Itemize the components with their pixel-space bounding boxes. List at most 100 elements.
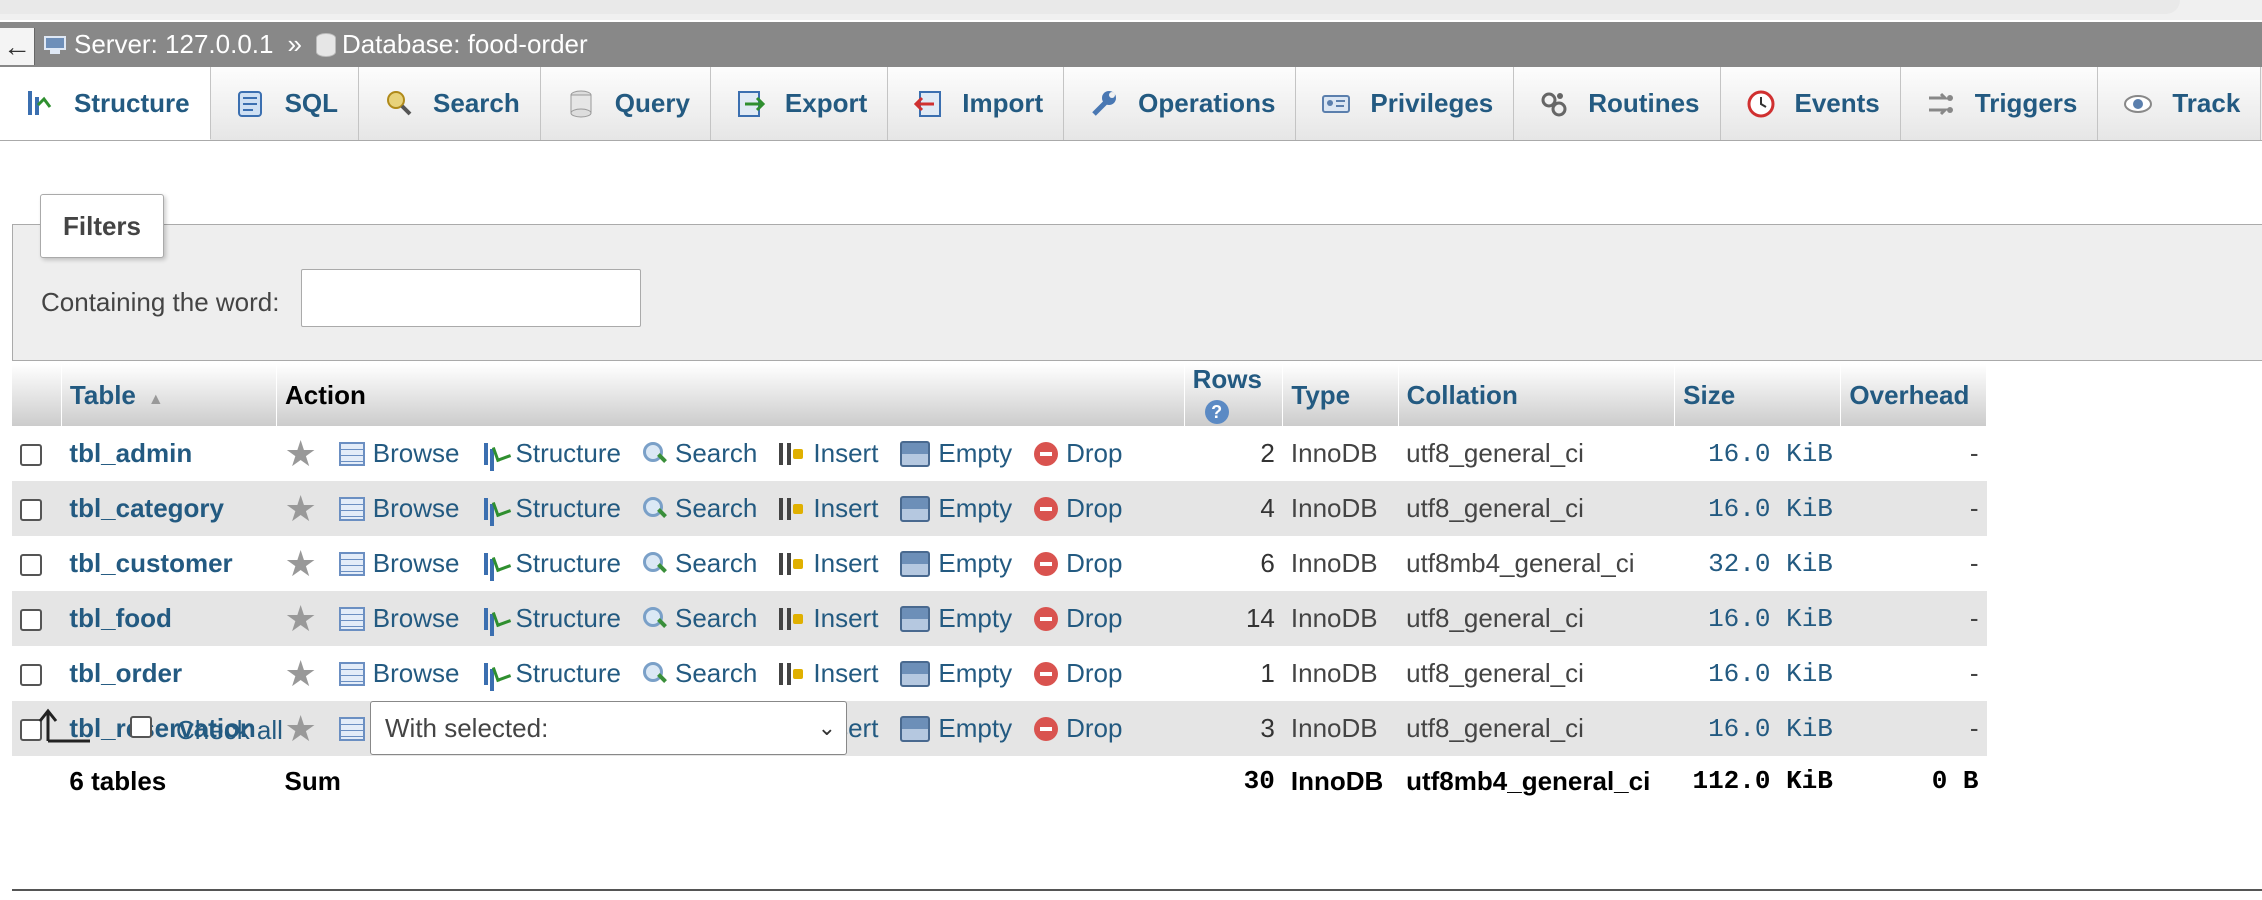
tab-structure[interactable]: Structure xyxy=(0,67,211,140)
search-action[interactable]: Search xyxy=(643,548,757,579)
insert-icon xyxy=(779,496,805,522)
empty-action[interactable]: Empty xyxy=(900,603,1012,634)
empty-icon xyxy=(900,495,931,522)
collation-cell: utf8mb4_general_ci xyxy=(1398,536,1675,591)
table-name-link[interactable]: tbl_food xyxy=(69,603,172,633)
row-checkbox[interactable] xyxy=(20,499,42,522)
browser-top-strip xyxy=(0,0,2262,20)
drop-action[interactable]: Drop xyxy=(1034,713,1122,744)
drop-action[interactable]: Drop xyxy=(1034,493,1122,524)
search-icon xyxy=(643,496,667,521)
insert-action[interactable]: Insert xyxy=(779,548,878,579)
drop-icon xyxy=(1034,551,1059,576)
tab-triggers[interactable]: Triggers xyxy=(1900,67,2099,140)
breadcrumb-server[interactable]: Server: 127.0.0.1 xyxy=(74,29,273,60)
structure-action[interactable]: Structure xyxy=(482,658,621,689)
size-cell[interactable]: 16.0 KiB xyxy=(1674,481,1841,536)
browse-action[interactable]: Browse xyxy=(338,603,460,634)
size-cell[interactable]: 16.0 KiB xyxy=(1674,646,1841,701)
empty-icon xyxy=(900,550,931,577)
drop-action[interactable]: Drop xyxy=(1034,658,1122,689)
drop-action[interactable]: Drop xyxy=(1034,603,1122,634)
drop-action[interactable]: Drop xyxy=(1034,548,1122,579)
structure-action[interactable]: Structure xyxy=(482,438,621,469)
favorite-star-icon[interactable]: ★ xyxy=(285,655,317,692)
tab-import[interactable]: Import xyxy=(888,67,1065,140)
tab-privileges[interactable]: Privileges xyxy=(1296,67,1515,140)
header-size[interactable]: Size xyxy=(1674,364,1842,426)
tab-label: SQL xyxy=(284,88,339,118)
table-name-link[interactable]: tbl_category xyxy=(69,493,224,523)
tab-search[interactable]: Search xyxy=(359,67,541,140)
favorite-star-icon[interactable]: ★ xyxy=(285,545,317,582)
browse-action[interactable]: Browse xyxy=(338,438,460,469)
header-collation[interactable]: Collation xyxy=(1398,364,1676,426)
size-cell[interactable]: 16.0 KiB xyxy=(1674,591,1841,646)
search-action[interactable]: Search xyxy=(643,438,757,469)
tab-routines[interactable]: Routines xyxy=(1514,67,1721,140)
table-row: tbl_food ★ Browse Structure Search Insert Empt… xyxy=(12,591,1987,646)
tab-sql[interactable]: SQL xyxy=(210,67,360,140)
check-all-checkbox[interactable] xyxy=(130,716,152,738)
row-checkbox[interactable] xyxy=(20,554,42,577)
search-action[interactable]: Search xyxy=(643,493,757,524)
structure-action[interactable]: Structure xyxy=(482,548,621,579)
favorite-star-icon[interactable]: ★ xyxy=(285,600,317,637)
header-type[interactable]: Type xyxy=(1282,364,1399,426)
tab-label: Track xyxy=(2172,88,2241,118)
browse-action[interactable]: Browse xyxy=(338,658,460,689)
row-checkbox[interactable] xyxy=(20,444,42,467)
table-name-link[interactable]: tbl_order xyxy=(69,658,182,688)
row-checkbox[interactable] xyxy=(20,609,42,632)
search-action[interactable]: Search xyxy=(643,658,757,689)
size-cell[interactable]: 32.0 KiB xyxy=(1674,536,1841,591)
actions-cell: ★ Browse Structure Search Insert Empty Drop xyxy=(276,536,1185,591)
tab-query[interactable]: Query xyxy=(540,67,711,140)
size-cell[interactable]: 16.0 KiB xyxy=(1674,701,1841,756)
structure-action[interactable]: Structure xyxy=(482,603,621,634)
check-all-link[interactable]: Check all xyxy=(176,715,283,746)
help-icon[interactable]: ? xyxy=(1204,400,1229,425)
tab-track[interactable]: Track xyxy=(2098,67,2262,140)
header-rows[interactable]: Rows? xyxy=(1184,364,1284,426)
row-select-cell xyxy=(12,481,62,536)
insert-action[interactable]: Insert xyxy=(779,658,878,689)
type-cell: InnoDB xyxy=(1282,591,1399,646)
row-checkbox[interactable] xyxy=(20,664,42,687)
empty-action[interactable]: Empty xyxy=(900,658,1012,689)
insert-action[interactable]: Insert xyxy=(779,603,878,634)
empty-action[interactable]: Empty xyxy=(900,548,1012,579)
table-name-link[interactable]: tbl_admin xyxy=(69,438,192,468)
table-name-link[interactable]: tbl_customer xyxy=(69,548,232,578)
structure-action[interactable]: Structure xyxy=(482,493,621,524)
tab-operations[interactable]: Operations xyxy=(1064,67,1297,140)
browse-icon xyxy=(338,496,365,521)
insert-action[interactable]: Insert xyxy=(779,493,878,524)
browse-action[interactable]: Browse xyxy=(338,493,460,524)
collation-cell: utf8_general_ci xyxy=(1398,646,1675,701)
tab-events[interactable]: Events xyxy=(1720,67,1901,140)
filter-input[interactable] xyxy=(301,269,641,327)
search-action[interactable]: Search xyxy=(643,603,757,634)
favorite-star-icon[interactable]: ★ xyxy=(285,490,317,527)
insert-action[interactable]: Insert xyxy=(779,438,878,469)
favorite-star-icon[interactable]: ★ xyxy=(285,435,317,472)
tab-export[interactable]: Export xyxy=(710,67,889,140)
drop-action[interactable]: Drop xyxy=(1034,438,1122,469)
empty-action[interactable]: Empty xyxy=(900,438,1012,469)
size-cell[interactable]: 16.0 KiB xyxy=(1674,426,1841,481)
with-selected-dropdown[interactable]: With selected: ⌄ xyxy=(370,701,847,755)
table-row: tbl_order ★ Browse Structure Search Insert Emp… xyxy=(12,646,1987,701)
header-overhead[interactable]: Overhead xyxy=(1840,364,1987,426)
empty-icon xyxy=(900,715,931,742)
summary-rows: 30 xyxy=(1184,756,1283,806)
breadcrumb-database[interactable]: Database: food-order xyxy=(342,29,588,60)
empty-action[interactable]: Empty xyxy=(900,493,1012,524)
structure-icon xyxy=(482,606,508,632)
back-button[interactable]: ← xyxy=(0,28,35,65)
empty-action[interactable]: Empty xyxy=(900,713,1012,744)
overhead-cell: - xyxy=(1840,646,1987,701)
tab-label: Operations xyxy=(1138,88,1276,118)
browse-action[interactable]: Browse xyxy=(338,548,460,579)
header-table[interactable]: Table ▲ xyxy=(61,364,278,426)
